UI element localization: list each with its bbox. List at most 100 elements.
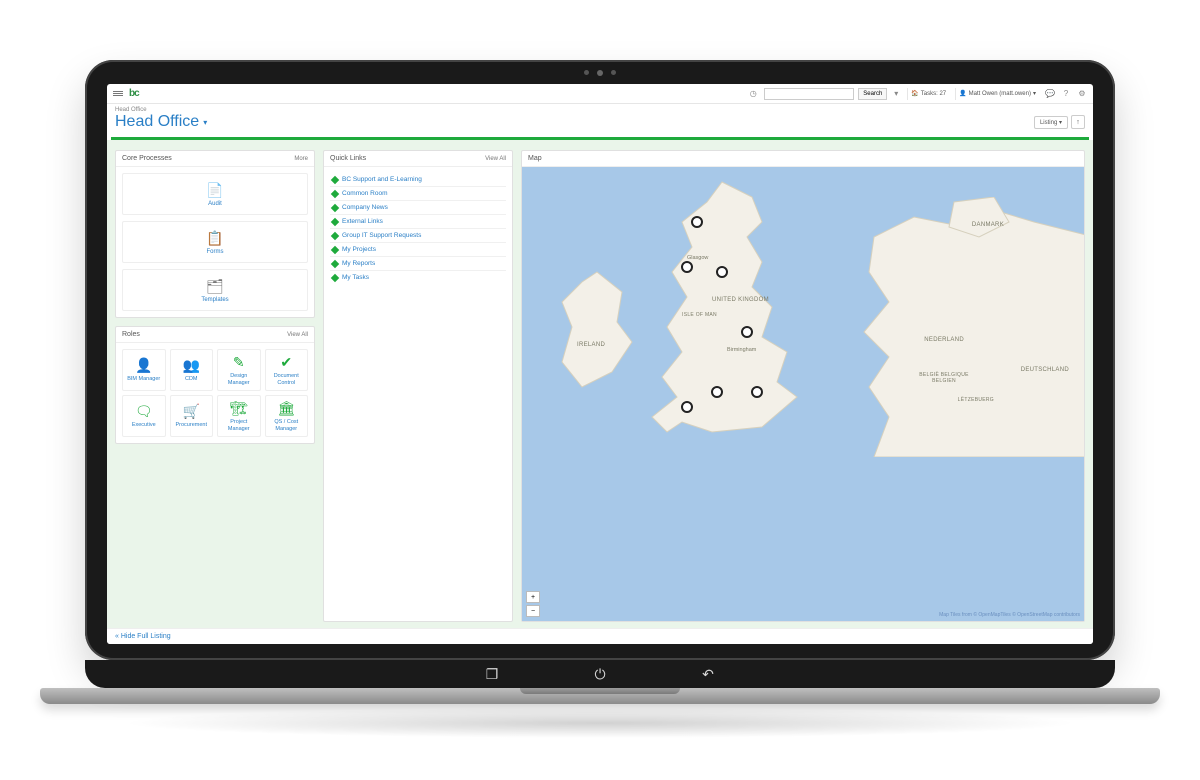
quicklink-item[interactable]: My Projects <box>330 243 506 257</box>
role-icon: 🗨 <box>135 403 153 420</box>
role-icon: 🏗 <box>230 400 248 417</box>
map-marker[interactable] <box>751 386 763 398</box>
quicklinks-viewall[interactable]: View All <box>485 156 506 162</box>
search-box: Search ▾ <box>764 88 901 100</box>
roles-viewall[interactable]: View All <box>287 332 308 338</box>
zoom-in-button[interactable]: + <box>526 591 540 603</box>
map-marker[interactable] <box>716 266 728 278</box>
map-label-nederland: NEDERLAND <box>924 337 964 343</box>
tasks-icon: 🏠 <box>911 90 918 97</box>
zoom-out-button[interactable]: − <box>526 605 540 617</box>
role-item[interactable]: 🏛 QS / Cost Manager <box>265 395 309 437</box>
core-process-item[interactable]: 📋 Forms <box>122 221 308 263</box>
up-button[interactable]: ↑ <box>1071 115 1085 129</box>
settings-icon[interactable]: ⚙ <box>1077 89 1087 99</box>
map-marker[interactable] <box>681 261 693 273</box>
laptop-frame: bc ◷ Search ▾ 🏠 Tasks: 27 👤 Matt Owen (m… <box>85 60 1115 660</box>
camera-cluster <box>584 70 616 76</box>
core-processes-more[interactable]: More <box>294 156 308 162</box>
user-label: Matt Owen (matt.owen) <box>969 91 1031 97</box>
map-city-birmingham: Birmingham <box>727 347 756 353</box>
quicklink-item[interactable]: BC Support and E-Learning <box>330 173 506 187</box>
map-marker[interactable] <box>711 386 723 398</box>
role-icon: 🛒 <box>183 403 200 420</box>
quicklink-item[interactable]: Common Room <box>330 187 506 201</box>
app-screen: bc ◷ Search ▾ 🏠 Tasks: 27 👤 Matt Owen (m… <box>107 84 1093 644</box>
role-label: QS / Cost Manager <box>268 419 306 431</box>
quicklink-label: Company News <box>342 204 388 211</box>
role-icon: 👤 <box>135 357 152 374</box>
laptop-shadow <box>120 708 1080 738</box>
role-label: Design Manager <box>220 373 258 385</box>
role-item[interactable]: 🛒 Procurement <box>170 395 214 437</box>
hide-listing-link[interactable]: « Hide Full Listing <box>115 633 171 640</box>
role-item[interactable]: 🏗 Project Manager <box>217 395 261 437</box>
quicklink-item[interactable]: External Links <box>330 215 506 229</box>
role-label: BIM Manager <box>127 376 160 382</box>
power-icon: ⏻ <box>591 665 609 683</box>
chat-icon[interactable]: 💬 <box>1045 89 1055 99</box>
recent-apps-icon: ❐ <box>483 665 501 683</box>
diamond-icon <box>331 175 339 183</box>
role-label: Procurement <box>176 422 208 428</box>
role-icon: ✎ <box>233 354 245 371</box>
quicklink-item[interactable]: Company News <box>330 201 506 215</box>
diamond-icon <box>331 217 339 225</box>
map-zoom-controls: + − <box>526 591 540 617</box>
map-label-deutschland: DEUTSCHLAND <box>1021 367 1069 373</box>
menu-icon[interactable] <box>113 91 123 96</box>
app-logo[interactable]: bc <box>129 88 139 99</box>
map-city-glasgow: Glasgow <box>687 255 708 261</box>
user-menu[interactable]: 👤 Matt Owen (matt.owen) ▾ <box>955 88 1039 100</box>
role-item[interactable]: ✎ Design Manager <box>217 349 261 391</box>
core-process-item[interactable]: 🗂 Templates <box>122 269 308 311</box>
quicklinks-title: Quick Links <box>330 155 366 162</box>
laptop-hinge <box>40 688 1160 704</box>
core-processes-panel: Core Processes More 📄 Audit 📋 Forms 🗂 Temp… <box>115 150 315 318</box>
map-marker[interactable] <box>691 216 703 228</box>
title-dropdown-icon[interactable]: ▾ <box>203 118 207 127</box>
map-label-uk: UNITED KINGDOM <box>712 297 769 303</box>
quicklink-label: My Projects <box>342 246 376 253</box>
role-icon: 👥 <box>183 357 200 374</box>
footer-row: « Hide Full Listing <box>107 628 1093 644</box>
role-label: CDM <box>185 376 198 382</box>
quicklink-label: Common Room <box>342 190 388 197</box>
clock-icon[interactable]: ◷ <box>748 89 758 99</box>
search-dropdown-icon[interactable]: ▾ <box>891 89 901 99</box>
listing-button[interactable]: Listing ▾ <box>1034 116 1068 129</box>
role-item[interactable]: 👥 CDM <box>170 349 214 391</box>
roles-panel: Roles View All 👤 BIM Manager👥 CDM✎ Desig… <box>115 326 315 444</box>
map-marker[interactable] <box>741 326 753 338</box>
search-button[interactable]: Search <box>858 88 887 100</box>
role-item[interactable]: 👤 BIM Manager <box>122 349 166 391</box>
core-process-label: Forms <box>207 249 224 255</box>
map-title: Map <box>528 155 542 162</box>
breadcrumb[interactable]: Head Office <box>107 104 1093 113</box>
core-processes-title: Core Processes <box>122 155 172 162</box>
map-marker[interactable] <box>681 401 693 413</box>
role-item[interactable]: 🗨 Executive <box>122 395 166 437</box>
diamond-icon <box>331 245 339 253</box>
page-title[interactable]: Head Office <box>115 113 199 131</box>
core-process-icon: 📄 <box>206 182 223 199</box>
landmass-europe <box>834 197 1084 457</box>
quicklink-label: Group IT Support Requests <box>342 232 421 239</box>
help-icon[interactable]: ? <box>1061 89 1071 99</box>
quicklinks-panel: Quick Links View All BC Support and E-Le… <box>323 150 513 622</box>
core-process-icon: 📋 <box>206 230 223 247</box>
tasks-indicator[interactable]: 🏠 Tasks: 27 <box>907 88 949 100</box>
quicklink-label: My Reports <box>342 260 375 267</box>
map-attribution: Map Tiles from © OpenMapTiles © OpenStre… <box>939 612 1080 618</box>
quicklink-item[interactable]: Group IT Support Requests <box>330 229 506 243</box>
title-row: Head Office ▾ Listing ▾ ↑ <box>107 113 1093 137</box>
diamond-icon <box>331 259 339 267</box>
diamond-icon <box>331 273 339 281</box>
core-process-item[interactable]: 📄 Audit <box>122 173 308 215</box>
map-canvas[interactable]: UNITED KINGDOM IRELAND ISLE OF MAN DANMA… <box>522 167 1084 621</box>
role-item[interactable]: ✔ Document Control <box>265 349 309 391</box>
search-input[interactable] <box>764 88 854 100</box>
quicklink-item[interactable]: My Reports <box>330 257 506 271</box>
role-icon: 🏛 <box>277 400 295 417</box>
quicklink-item[interactable]: My Tasks <box>330 271 506 284</box>
